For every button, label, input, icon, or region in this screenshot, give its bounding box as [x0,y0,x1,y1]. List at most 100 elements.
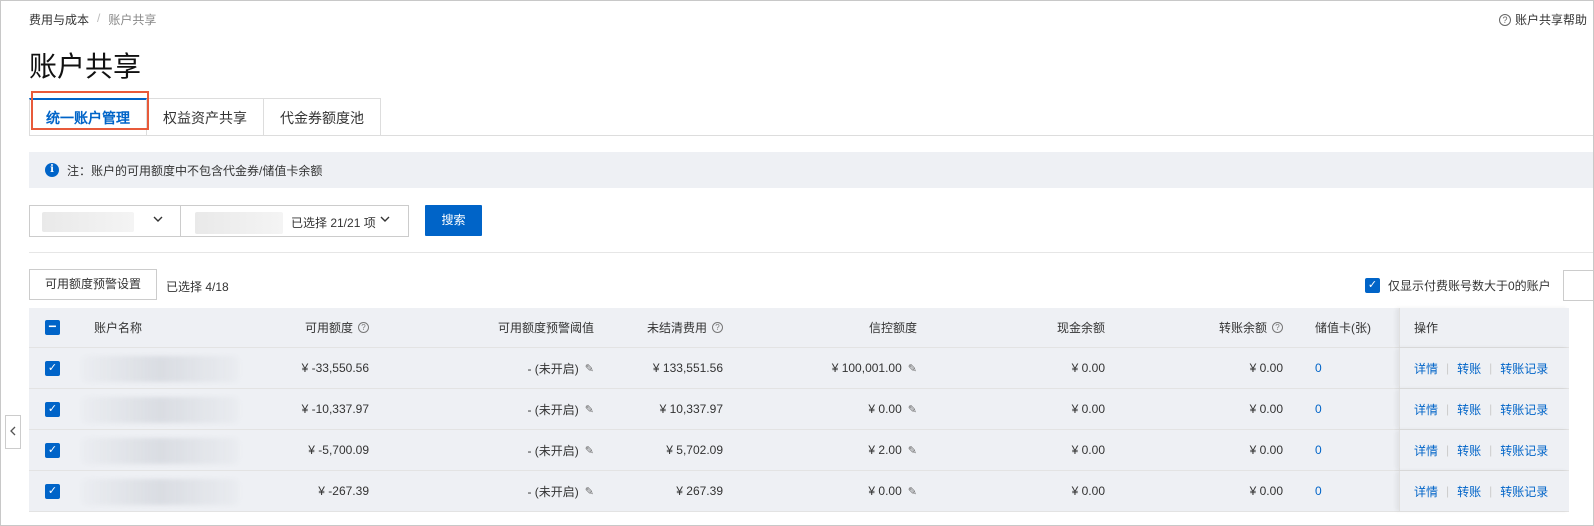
cell-credit-value: ¥ 2.00 [868,443,902,457]
edit-pencil-icon[interactable]: ✎ [908,362,917,375]
breadcrumb-separator: / [97,11,101,25]
cell-card-count[interactable]: 0 [1315,430,1322,470]
account-type-select[interactable] [29,205,181,237]
edit-pencil-icon[interactable]: ✎ [585,485,594,498]
question-icon[interactable]: ? [358,322,369,333]
redacted-account-name [81,356,239,382]
edit-pencil-icon[interactable]: ✎ [585,403,594,416]
transfer-records-link[interactable]: 转账记录 [1500,360,1548,377]
cell-cash: ¥ 0.00 [1071,484,1105,498]
separator: | [1446,443,1450,457]
cell-cash: ¥ 0.00 [1071,402,1105,416]
select-all-checkbox[interactable]: − [45,319,60,335]
search-button[interactable]: 搜索 [425,205,482,236]
row-actions: 详情 | 转账 | 转账记录 [1399,471,1569,511]
question-icon[interactable]: ? [712,322,723,333]
separator: | [1489,402,1493,416]
edit-pencil-icon[interactable]: ✎ [908,403,917,416]
detail-link[interactable]: 详情 [1414,360,1438,377]
cell-transfer: ¥ 0.00 [1249,484,1283,498]
cell-unpaid: ¥ 10,337.97 [659,402,723,416]
transfer-records-link[interactable]: 转账记录 [1500,442,1548,459]
header-threshold: 可用额度预警阈值 [497,321,594,335]
header-unpaid: 未结清费用? [647,308,723,347]
transfer-link[interactable]: 转账 [1457,442,1481,459]
chevron-down-icon [379,213,391,228]
row-checkbox-cell: ✓ [45,471,60,511]
table-row: ✓ ¥ -5,700.09 - (未开启) ✎ ¥ 5,702.09 ¥ 2.00… [29,430,1569,471]
cell-credit-value: ¥ 0.00 [868,402,902,416]
transfer-link[interactable]: 转账 [1457,360,1481,377]
tab-voucher-pool[interactable]: 代金券额度池 [264,98,381,136]
detail-link[interactable]: 详情 [1414,483,1438,500]
cell-card-count[interactable]: 0 [1315,348,1322,388]
cell-unpaid: ¥ 133,551.56 [652,361,723,375]
selected-label: 已选择 [166,280,203,294]
edit-pencil-icon[interactable]: ✎ [585,362,594,375]
header-account-name: 账户名称 [94,321,143,335]
header-available-label: 可用额度 [304,321,353,335]
tab-divider [29,135,1593,136]
cell-available: ¥ -33,550.56 [301,361,369,375]
header-ops: 操作 [1399,308,1569,347]
notice-text: 注：账户的可用额度中不包含代金券/储值卡余额 [67,163,323,178]
breadcrumb: 费用与成本 / 账户共享 [29,11,156,28]
header-transfer: 转账余额? [1219,308,1283,347]
row-actions: 详情 | 转账 | 转账记录 [1399,389,1569,429]
transfer-records-link[interactable]: 转账记录 [1500,401,1548,418]
detail-link[interactable]: 详情 [1414,401,1438,418]
cell-threshold: - (未开启) ✎ [527,389,594,429]
cell-credit: ¥ 0.00 ✎ [868,389,917,429]
detail-link[interactable]: 详情 [1414,442,1438,459]
quota-alert-settings-button[interactable]: 可用额度预警设置 [29,269,157,300]
header-unpaid-label: 未结清费用 [646,321,707,335]
cell-threshold-value: - (未开启) [527,361,579,376]
cell-credit: ¥ 2.00 ✎ [868,430,917,470]
row-checkbox[interactable]: ✓ [45,401,60,417]
transfer-link[interactable]: 转账 [1457,483,1481,500]
help-link[interactable]: ? 账户共享帮助 [1498,11,1587,28]
separator: | [1446,361,1450,375]
tab-benefit-sharing[interactable]: 权益资产共享 [147,98,264,136]
table-row: ✓ ¥ -33,550.56 - (未开启) ✎ ¥ 133,551.56 ¥ 1… [29,348,1569,389]
filter-bar: 已选择 21/21 项 [29,205,409,237]
transfer-link[interactable]: 转账 [1457,401,1481,418]
edit-pencil-icon[interactable]: ✎ [585,444,594,457]
cell-card-count[interactable]: 0 [1315,389,1322,429]
account-multi-select[interactable]: 已选择 21/21 项 [181,205,409,237]
separator: | [1489,361,1493,375]
cell-threshold-value: - (未开启) [527,402,579,417]
cell-card-count[interactable]: 0 [1315,471,1322,511]
column-settings-button[interactable] [1563,270,1593,301]
redacted-account-name [81,397,239,423]
edit-pencil-icon[interactable]: ✎ [908,444,917,457]
page-title: 账户共享 [29,51,142,82]
header-ops-label: 操作 [1414,321,1439,335]
tab-unified-account[interactable]: 统一账户管理 [29,98,147,136]
cell-cash: ¥ 0.00 [1071,443,1105,457]
question-icon[interactable]: ? [1272,322,1283,333]
selected-count-value: 4/18 [205,280,229,294]
selected-count: 已选择 4/18 [166,278,229,295]
header-card: 储值卡(张) [1315,321,1371,335]
cell-credit-value: ¥ 100,001.00 [831,361,902,375]
cell-threshold-value: - (未开启) [527,443,579,458]
header-credit: 信控额度 [868,321,917,335]
row-checkbox-cell: ✓ [45,430,60,470]
breadcrumb-root[interactable]: 费用与成本 [29,11,89,28]
only-pay-checkbox[interactable]: ✓ [1365,278,1380,293]
table-row: ✓ ¥ -10,337.97 - (未开启) ✎ ¥ 10,337.97 ¥ 0.… [29,389,1569,430]
cell-threshold-value: - (未开启) [527,484,579,499]
row-checkbox[interactable]: ✓ [45,483,60,499]
row-checkbox[interactable]: ✓ [45,442,60,458]
help-link-label: 账户共享帮助 [1514,13,1587,27]
scroll-left-button[interactable] [5,415,21,449]
edit-pencil-icon[interactable]: ✎ [908,485,917,498]
redacted-account-name [81,438,239,464]
table-row: ✓ ¥ -267.39 - (未开启) ✎ ¥ 267.39 ¥ 0.00 ✎ ¥ … [29,471,1569,512]
header-available: 可用额度? [305,308,369,347]
row-checkbox[interactable]: ✓ [45,360,60,376]
transfer-records-link[interactable]: 转账记录 [1500,483,1548,500]
only-pay-filter[interactable]: ✓ 仅显示付费账号数大于0的账户 [1365,277,1551,294]
account-table: − 账户名称 可用额度? 可用额度预警阈值 未结清费用? 信控额度 现金余额 转… [29,308,1569,512]
